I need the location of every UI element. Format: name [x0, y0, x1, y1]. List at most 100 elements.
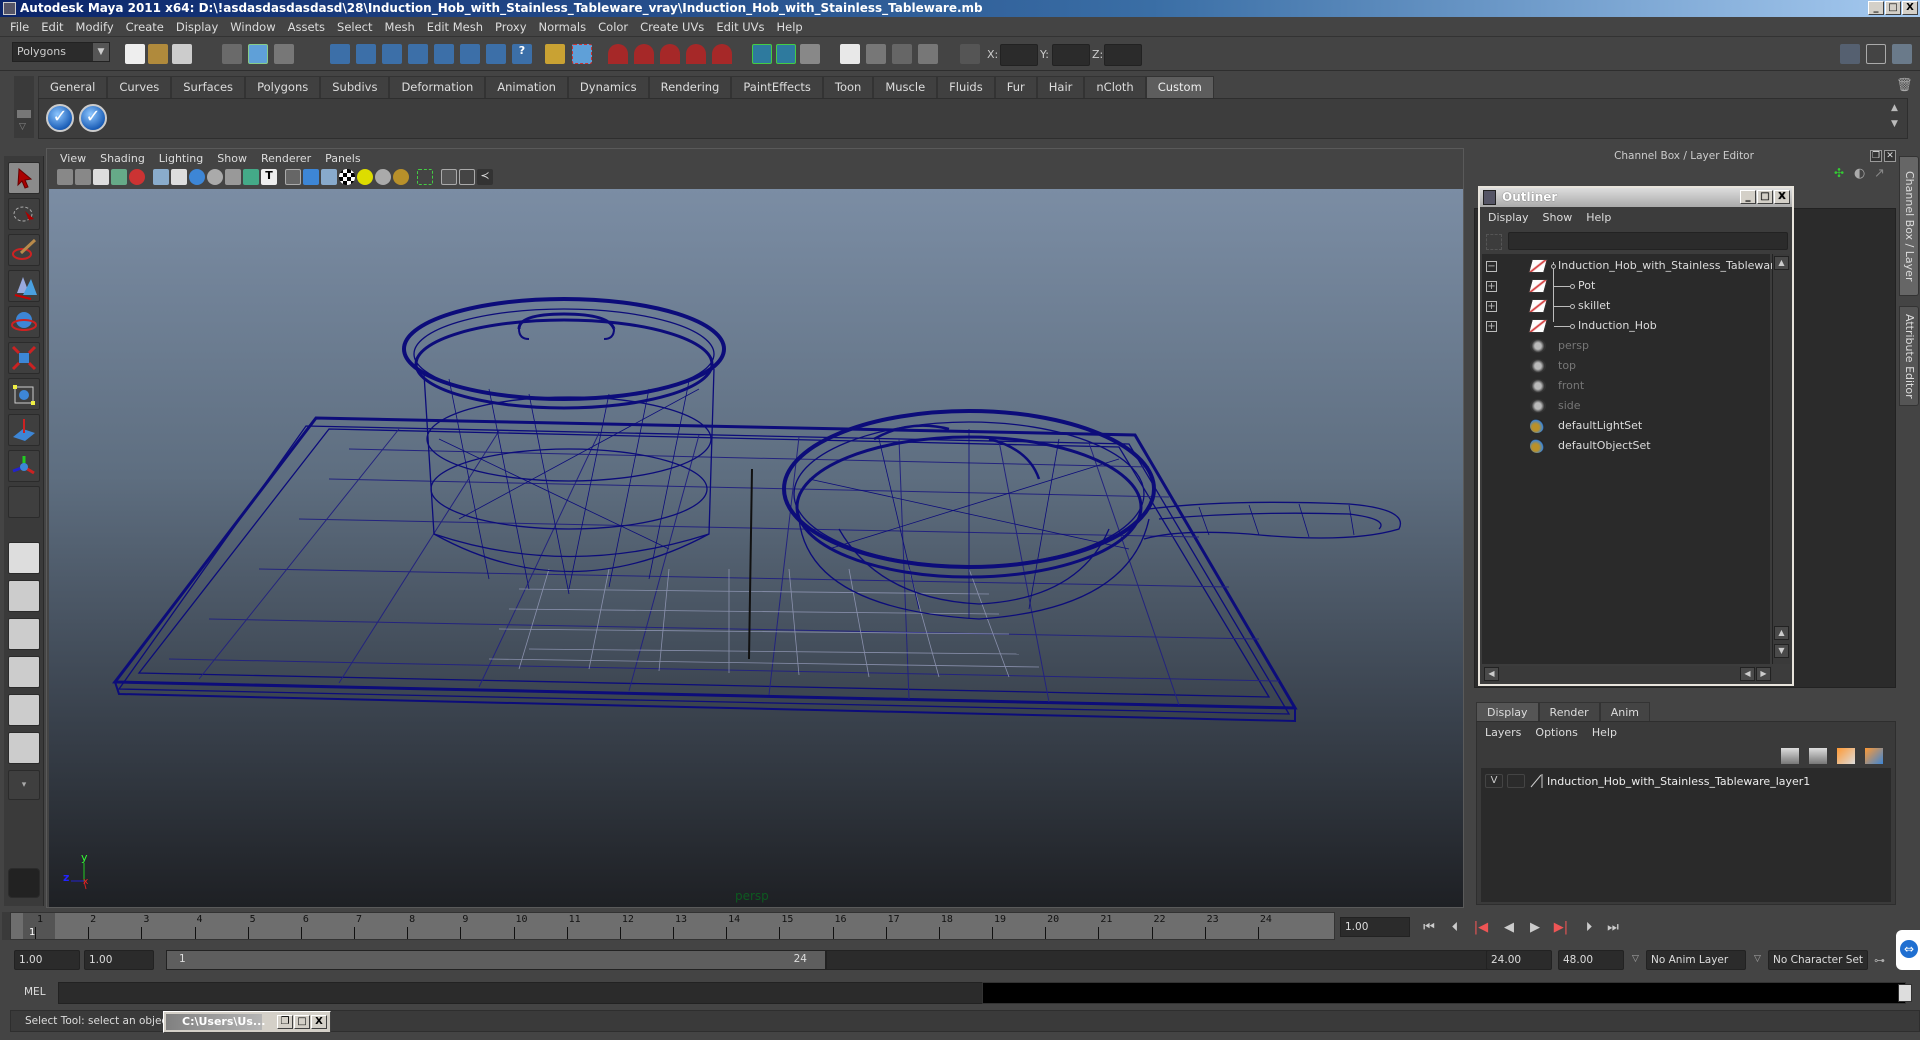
scale-tool[interactable] [8, 342, 40, 374]
output-ops-icon[interactable] [776, 44, 796, 64]
menu-create[interactable]: Create [122, 20, 172, 34]
isolate-select-icon[interactable] [417, 169, 433, 185]
component-mode-icon[interactable] [460, 44, 480, 64]
shelf-tab-painteffects[interactable]: PaintEffects [731, 76, 823, 98]
y-field[interactable] [1052, 44, 1090, 66]
maximize-button[interactable]: □ [294, 1015, 310, 1029]
anim-layer-dropdown-icon[interactable]: ▽ [1632, 954, 1639, 964]
x-field[interactable] [1000, 44, 1038, 66]
menu-select[interactable]: Select [333, 20, 380, 34]
play-forwards-icon[interactable]: ▶ [1526, 920, 1544, 936]
menu-color[interactable]: Color [594, 20, 636, 34]
outliner-item-front[interactable]: front [1482, 376, 1770, 396]
shelf-tab-fur[interactable]: Fur [994, 76, 1037, 98]
snap-view-plane-icon[interactable] [408, 44, 428, 64]
maximize-button[interactable]: □ [1885, 1, 1901, 15]
create-layer-from-selected-icon[interactable] [1865, 748, 1883, 764]
restore-button[interactable]: ❐ [277, 1015, 293, 1029]
select-object-icon[interactable] [248, 44, 268, 64]
auto-key-icon[interactable]: ⊶ [1874, 954, 1885, 967]
scroll-right-icon[interactable]: ▶ [1756, 667, 1771, 681]
outliner-item-skillet[interactable]: + skillet [1482, 296, 1770, 316]
render-settings-icon[interactable] [918, 44, 938, 64]
selection-mask-icon[interactable] [572, 44, 592, 64]
safe-action-icon[interactable] [243, 169, 259, 185]
shelf-tab-fluids[interactable]: Fluids [937, 76, 995, 98]
shelf-tab-muscle[interactable]: Muscle [873, 76, 938, 98]
menu-modify[interactable]: Modify [72, 20, 122, 34]
save-scene-icon[interactable] [172, 44, 192, 64]
viewport-menu-lighting[interactable]: Lighting [152, 152, 210, 165]
shelf-tab-ncloth[interactable]: nCloth [1084, 76, 1146, 98]
shelf-tab-toon[interactable]: Toon [822, 76, 874, 98]
command-language-toggle[interactable]: MEL [24, 986, 46, 998]
layer-visibility-toggle[interactable]: V [1485, 774, 1503, 788]
layout-outliner-persp[interactable] [8, 618, 40, 650]
xray-joints-icon[interactable] [459, 169, 475, 185]
menu-mesh[interactable]: Mesh [381, 20, 423, 34]
lock-icon[interactable] [545, 44, 565, 64]
outliner-item-pot[interactable]: + Pot [1482, 276, 1770, 296]
perspective-viewport[interactable]: y z x persp [49, 189, 1463, 907]
manipulator-axes-icon[interactable]: ✣ [1834, 166, 1844, 180]
shelf-tab-curves[interactable]: Curves [107, 76, 172, 98]
filter-icon[interactable] [1486, 234, 1502, 250]
outliner-item-defaultobjectset[interactable]: defaultObjectSet [1482, 436, 1770, 456]
shelf-tab-general[interactable]: General [38, 76, 108, 98]
paint-select-tool[interactable] [8, 234, 40, 266]
layer-tab-anim[interactable]: Anim [1599, 702, 1650, 722]
menu-proxy[interactable]: Proxy [491, 20, 535, 34]
snap-curve-icon[interactable] [356, 44, 376, 64]
attribute-editor-toggle-icon[interactable] [1840, 44, 1860, 64]
menu-set-dropdown[interactable]: Polygons ▼ [12, 42, 110, 62]
expand-toggle-icon[interactable]: − [1486, 261, 1497, 272]
shelf-tab-dynamics[interactable]: Dynamics [567, 76, 649, 98]
expand-toggle-icon[interactable]: + [1486, 301, 1497, 312]
image-plane-icon[interactable] [111, 169, 127, 185]
two-d-pan-zoom-icon[interactable] [129, 169, 145, 185]
outliner-title-bar[interactable]: Outliner _ □ X [1480, 188, 1792, 207]
shelf-tab-surfaces[interactable]: Surfaces [171, 76, 246, 98]
step-forward-key-icon[interactable]: ▶| [1552, 920, 1570, 936]
channel-sync-icon[interactable]: ↗ [1874, 166, 1885, 181]
close-button[interactable]: X [1902, 1, 1918, 15]
share-icon[interactable]: ≺ [477, 169, 493, 185]
shadows-icon[interactable] [393, 169, 409, 185]
check-button-1[interactable]: ✓ [46, 104, 74, 132]
snap-grid-icon[interactable] [330, 44, 350, 64]
viewport-menu-view[interactable]: View [53, 152, 93, 165]
shelf-tab-animation[interactable]: Animation [485, 76, 568, 98]
scroll-left-icon[interactable]: ◀ [1484, 667, 1499, 681]
select-tool[interactable] [8, 162, 40, 194]
render-view-icon[interactable] [840, 44, 860, 64]
viewport-menu-show[interactable]: Show [210, 152, 254, 165]
outliner-filter-input[interactable] [1508, 232, 1788, 250]
menu-assets[interactable]: Assets [284, 20, 333, 34]
move-layer-up-icon[interactable] [1781, 748, 1799, 764]
character-set-select[interactable]: No Character Set [1768, 950, 1868, 970]
construction-history-icon[interactable] [800, 44, 820, 64]
outliner-vertical-scrollbar[interactable]: ▲ ▲ ▼ [1772, 254, 1790, 664]
layer-display-type-toggle[interactable] [1507, 774, 1525, 788]
snap-live-surface-magnet-icon[interactable] [712, 44, 732, 64]
gate-mask-icon[interactable] [207, 169, 223, 185]
menu-edit-uvs[interactable]: Edit UVs [712, 20, 772, 34]
textured-icon[interactable] [339, 169, 355, 185]
shelf-tab-custom[interactable]: Custom [1145, 76, 1214, 98]
menu-create-uvs[interactable]: Create UVs [636, 20, 712, 34]
tab-attribute-editor[interactable]: Attribute Editor [1899, 306, 1919, 406]
scroll-down-icon[interactable]: ▼ [1774, 644, 1789, 658]
outliner-item-persp[interactable]: persp [1482, 336, 1770, 356]
menu-edit-mesh[interactable]: Edit Mesh [423, 20, 491, 34]
current-time-field[interactable]: 1.00 [1340, 917, 1410, 937]
tool-settings-toggle-icon[interactable] [1866, 44, 1886, 64]
minimized-window[interactable]: C:\Users\Us... ❐ □ X [163, 1011, 331, 1033]
layer-tab-render[interactable]: Render [1538, 702, 1600, 722]
snap-to-curve-magnet-icon[interactable] [634, 44, 654, 64]
last-used-tool[interactable] [8, 486, 40, 518]
menu-help[interactable]: Help [773, 20, 811, 34]
outliner-menu-help[interactable]: Help [1586, 211, 1611, 224]
layer-tab-display[interactable]: Display [1476, 702, 1539, 722]
menu-window[interactable]: Window [226, 20, 283, 34]
layer-menu-layers[interactable]: Layers [1485, 726, 1521, 739]
